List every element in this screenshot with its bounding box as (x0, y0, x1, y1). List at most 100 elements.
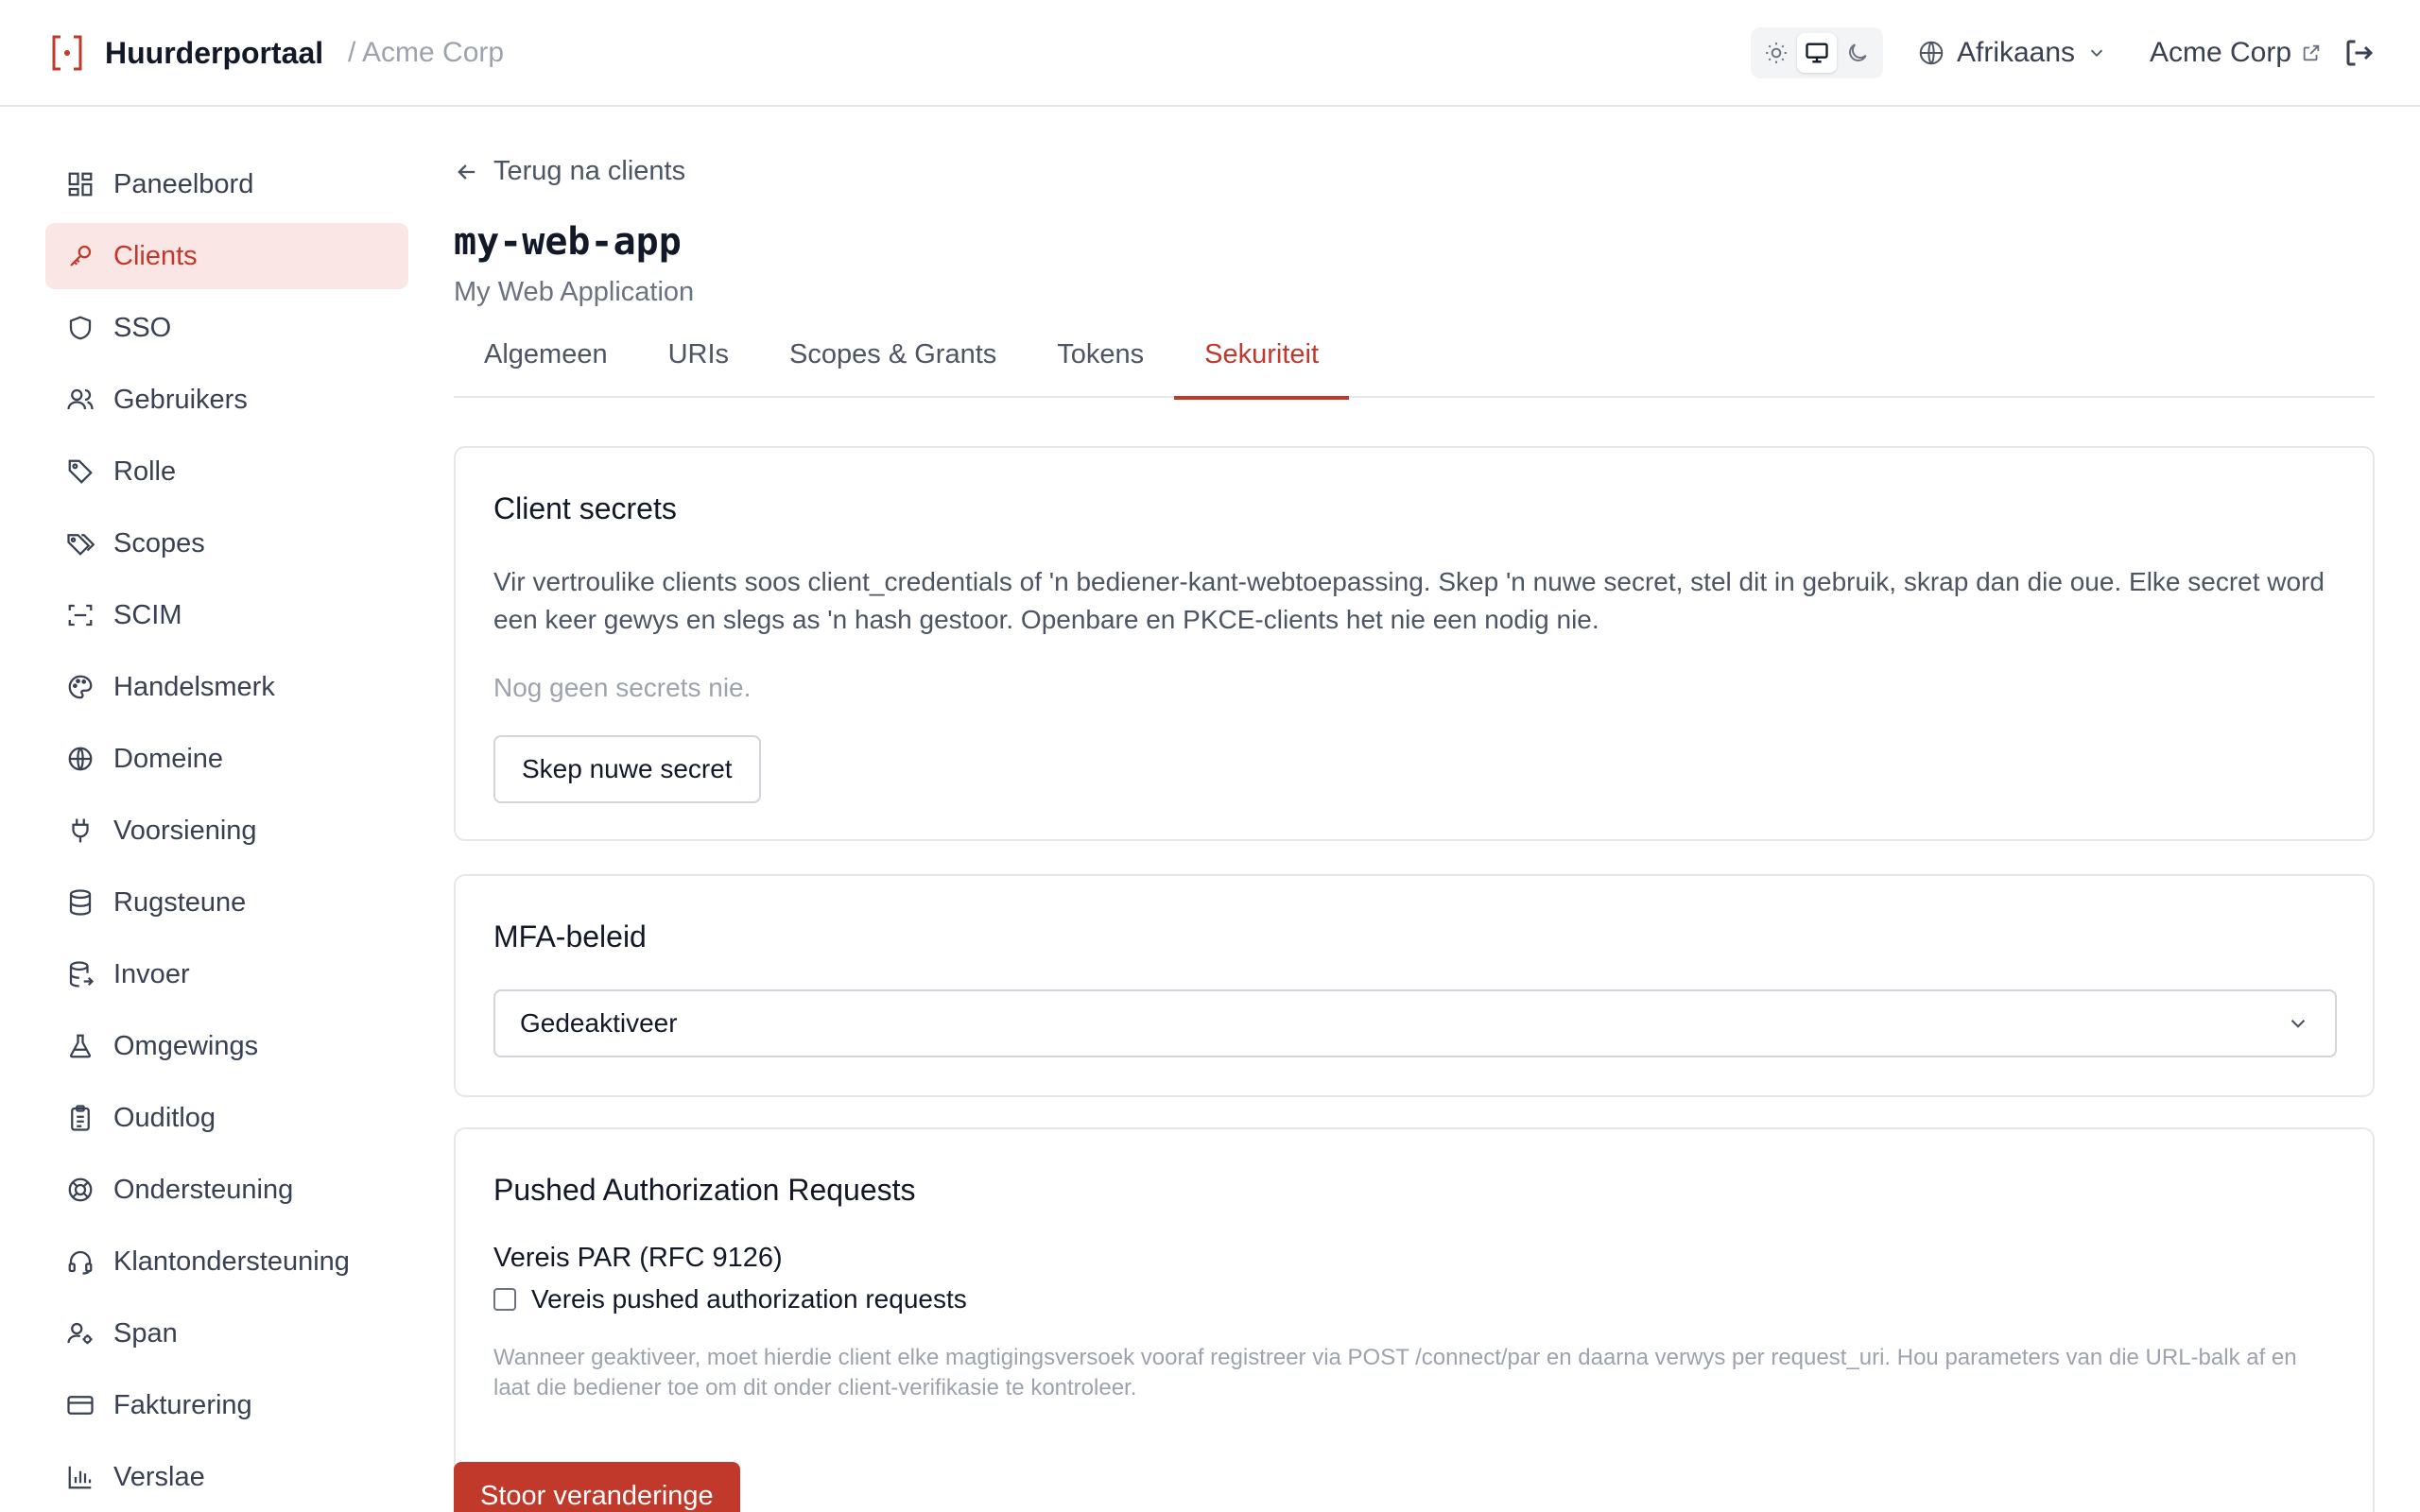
language-label: Afrikaans (1957, 37, 2076, 68)
tenant-link[interactable]: Acme Corp (2150, 32, 2322, 74)
tab-tokens[interactable]: Tokens (1027, 322, 1174, 387)
sidebar-item-label: Scopes (113, 527, 205, 558)
sidebar-item-omgewings[interactable]: Omgewings (45, 1013, 408, 1079)
logout-icon[interactable] (2342, 36, 2377, 70)
tab-algemeen[interactable]: Algemeen (454, 322, 638, 387)
par-card: Pushed Authorization Requests Vereis PAR… (454, 1127, 2375, 1512)
shield-icon (69, 316, 92, 340)
plug-icon (72, 818, 89, 843)
external-link-icon (2303, 44, 2320, 61)
save-changes-button[interactable]: Stoor veranderinge (454, 1462, 740, 1512)
sidebar-item-span[interactable]: Span (45, 1300, 408, 1366)
flask-icon (69, 1034, 92, 1058)
tab-sekuriteit[interactable]: Sekuriteit (1174, 322, 1349, 400)
monitor-icon (1806, 43, 1828, 63)
sidebar-item-label: Gebruikers (113, 384, 248, 415)
sidebar-item-ouditlog[interactable]: Ouditlog (45, 1085, 408, 1151)
par-checkbox[interactable] (493, 1288, 516, 1311)
par-help-text: Wanneer geaktiveer, moet hierdie client … (493, 1345, 2297, 1400)
back-link-label: Terug na clients (493, 156, 686, 186)
globe-icon (68, 747, 93, 771)
tab-scopes-grants[interactable]: Scopes & Grants (759, 322, 1027, 387)
chevron-down-icon (2290, 1019, 2306, 1028)
sidebar-item-scim[interactable]: SCIM (45, 582, 408, 648)
theme-light-button[interactable] (1756, 33, 1796, 73)
tags-icon (67, 534, 95, 556)
par-checkbox-row: Vereis pushed authorization requests (493, 1284, 967, 1314)
mfa-policy-select[interactable]: Gedeaktiveer (493, 989, 2337, 1057)
sidebar-item-label: Fakturering (113, 1389, 252, 1420)
sidebar-item-domeine[interactable]: Domeine (45, 726, 408, 792)
arrow-left-icon (458, 163, 475, 180)
sidebar-item-ondersteuning[interactable]: Ondersteuning (45, 1157, 408, 1223)
tenant-link-label: Acme Corp (2150, 37, 2292, 68)
sidebar-item-label: Voorsiening (113, 815, 257, 846)
moon-icon (1849, 43, 1867, 61)
sidebar-item-label: Handelsmerk (113, 671, 275, 702)
create-secret-button[interactable]: Skep nuwe secret (493, 735, 761, 803)
theme-switch (1751, 27, 1883, 78)
theme-dark-button[interactable] (1838, 33, 1877, 73)
mfa-policy-card: MFA-beleid Gedeaktiveer (454, 874, 2375, 1097)
sidebar-item-label: Rugsteune (113, 886, 247, 918)
page-title: my-web-app (454, 220, 682, 264)
sidebar-item-label: Span (113, 1317, 178, 1349)
clipboard-icon (71, 1105, 90, 1131)
bar-chart-icon (68, 1466, 92, 1489)
database-import-icon (69, 961, 95, 988)
sidebar-item-rugsteune[interactable]: Rugsteune (45, 869, 408, 936)
tab-bar: Algemeen URIs Scopes & Grants Tokens Sek… (454, 334, 2375, 400)
sun-icon (1766, 43, 1787, 63)
sidebar: Paneelbord Clients SSO Gebruikers Rolle … (45, 151, 408, 1512)
sidebar-item-invoer[interactable]: Invoer (45, 941, 408, 1007)
scan-icon (68, 604, 93, 627)
sidebar-item-label: Omgewings (113, 1030, 259, 1061)
language-select[interactable]: Afrikaans (1917, 32, 2107, 74)
client-secrets-card: Client secrets Vir vertroulike clients s… (454, 446, 2375, 841)
headset-icon (68, 1250, 93, 1275)
theme-system-button[interactable] (1797, 33, 1837, 73)
sidebar-item-label: SCIM (113, 599, 182, 630)
sidebar-item-fakturering[interactable]: Fakturering (45, 1372, 408, 1438)
sidebar-item-voorsiening[interactable]: Voorsiening (45, 798, 408, 864)
sidebar-item-scopes[interactable]: Scopes (45, 510, 408, 576)
tenant-breadcrumb: / Acme Corp (348, 37, 505, 68)
sidebar-item-verslae[interactable]: Verslae (45, 1444, 408, 1510)
sidebar-item-label: Klantondersteuning (113, 1246, 350, 1277)
empty-secrets-text: Nog geen secrets nie. (493, 673, 752, 702)
chevron-down-icon (2090, 49, 2103, 58)
mfa-policy-value: Gedeaktiveer (520, 1008, 678, 1038)
database-icon (69, 889, 92, 916)
tag-icon (68, 459, 93, 484)
sidebar-item-label: Domeine (113, 743, 224, 774)
user-cog-icon (67, 1322, 93, 1345)
globe-icon (1919, 41, 1944, 65)
brand-name[interactable]: Huurderportaal (105, 34, 323, 72)
sidebar-item-handelsmerk[interactable]: Handelsmerk (45, 654, 408, 720)
sidebar-item-label: SSO (113, 312, 172, 343)
users-icon (67, 388, 94, 410)
sidebar-item-label: Rolle (113, 455, 177, 487)
sidebar-item-gebruikers[interactable]: Gebruikers (45, 367, 408, 433)
page-subtitle: My Web Application (454, 277, 695, 307)
key-icon (70, 245, 92, 266)
palette-icon (68, 675, 93, 699)
sidebar-item-sso[interactable]: SSO (45, 295, 408, 361)
sidebar-item-label: Invoer (113, 958, 190, 989)
sidebar-item-label: Verslae (113, 1461, 205, 1492)
tab-uris[interactable]: URIs (638, 322, 759, 387)
sidebar-item-label: Ouditlog (113, 1102, 216, 1133)
sidebar-item-paneelbord[interactable]: Paneelbord (45, 151, 408, 217)
sidebar-item-clients[interactable]: Clients (45, 223, 408, 289)
sidebar-item-label: Clients (113, 240, 198, 271)
sidebar-item-rolle[interactable]: Rolle (45, 438, 408, 505)
lifebuoy-icon (68, 1177, 93, 1202)
top-bar: Huurderportaal / Acme Corp Afrikaans Acm… (0, 0, 2420, 107)
par-checkbox-label[interactable]: Vereis pushed authorization requests (531, 1284, 967, 1314)
mfa-policy-title: MFA-beleid (493, 919, 647, 954)
credit-card-icon (67, 1396, 94, 1415)
client-secrets-title: Client secrets (493, 491, 677, 525)
back-to-clients-link[interactable]: Terug na clients (454, 156, 685, 187)
client-secrets-description: Vir vertroulike clients soos client_cred… (493, 567, 2325, 634)
sidebar-item-klantondersteuning[interactable]: Klantondersteuning (45, 1228, 408, 1295)
